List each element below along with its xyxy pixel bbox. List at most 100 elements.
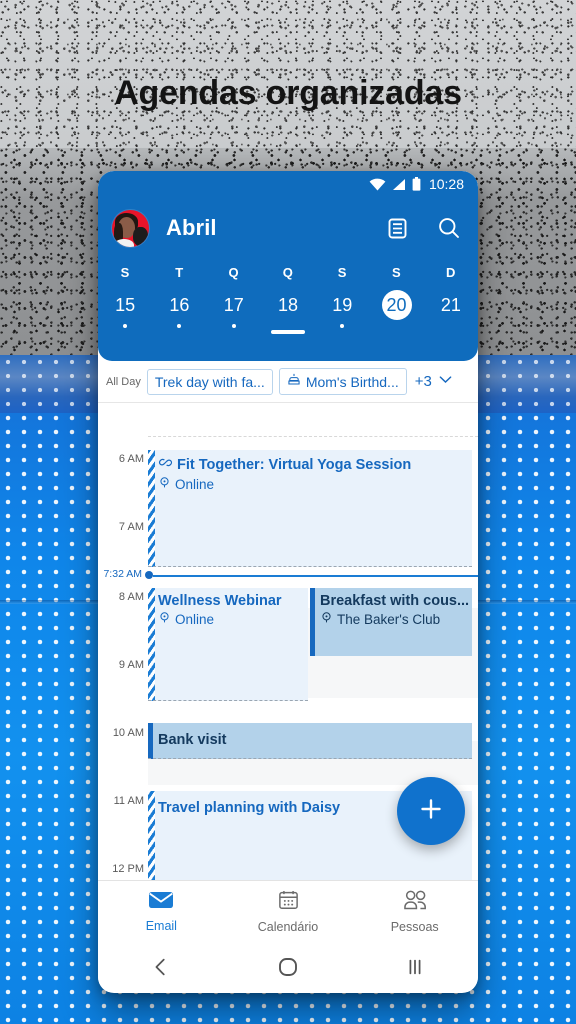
page-title: Abril xyxy=(166,215,217,240)
wifi-icon xyxy=(369,178,386,191)
nav-label: Pessoas xyxy=(390,919,439,934)
current-time-label: 7:32 AM xyxy=(103,568,142,580)
week-day-20-selected[interactable]: 20 xyxy=(369,290,423,336)
event-title: Bank visit xyxy=(158,732,472,748)
event-title: Fit Together: Virtual Yoga Session xyxy=(158,455,472,474)
all-day-label: All Day xyxy=(106,375,141,388)
status-time: 10:28 xyxy=(428,176,464,192)
nav-item-email[interactable]: Email xyxy=(98,890,225,933)
recents-icon[interactable] xyxy=(351,956,478,978)
event-tentative-stripe xyxy=(148,791,155,880)
event-dot xyxy=(123,324,128,328)
week-day-21[interactable]: 21 xyxy=(424,290,478,336)
hour-divider xyxy=(148,436,478,437)
hour-label-8am: 8 AM xyxy=(118,591,144,603)
hour-label-6am: 6 AM xyxy=(118,453,144,465)
all-day-chip-label: Mom's Birthd... xyxy=(305,373,399,390)
event-tentative-stripe xyxy=(148,588,155,701)
week-day-number: 15 xyxy=(115,294,136,315)
nav-item-pessoas[interactable]: Pessoas xyxy=(351,890,478,934)
promo-headline: Agendas organizadas xyxy=(114,74,462,112)
week-day-number: 17 xyxy=(223,294,244,315)
place-pin-icon xyxy=(158,611,171,627)
event-bottom-dashed xyxy=(148,700,308,701)
home-icon[interactable] xyxy=(225,955,352,979)
hour-label-11am: 11 AM xyxy=(113,795,144,807)
event-location: Online xyxy=(158,476,472,492)
event-fit-together[interactable]: Fit Together: Virtual Yoga Session Onlin… xyxy=(148,450,472,567)
event-title: Breakfast with cous... xyxy=(320,593,472,609)
event-title-text: Bank visit xyxy=(158,732,227,748)
event-location-text: Online xyxy=(175,611,215,627)
event-accent-bar xyxy=(310,588,315,656)
event-wellness-webinar[interactable]: Wellness Webinar Online xyxy=(148,588,308,701)
event-tentative-stripe xyxy=(148,450,155,567)
battery-icon xyxy=(412,177,421,191)
dow-2: Q xyxy=(228,265,239,280)
event-dot xyxy=(177,324,182,328)
people-icon xyxy=(401,890,428,916)
nav-label: Calendário xyxy=(257,920,319,934)
agenda-list-icon[interactable] xyxy=(384,215,410,241)
event-title: Wellness Webinar xyxy=(158,593,308,609)
calendar-icon xyxy=(277,889,300,916)
event-location: The Baker's Club xyxy=(320,611,472,627)
week-day-of-week-row: S T Q Q S S D xyxy=(98,259,478,280)
week-day-18[interactable]: 18 xyxy=(261,290,315,336)
all-day-row: All Day Trek day with fa... Mom's Birthd… xyxy=(98,361,478,403)
week-day-indicator-bar xyxy=(270,330,305,334)
app-bar: Abril xyxy=(98,197,478,259)
plus-icon xyxy=(416,794,446,829)
app-bar-actions xyxy=(384,215,462,241)
week-day-19[interactable]: 19 xyxy=(315,290,369,336)
event-dot xyxy=(231,324,236,328)
event-location-text: Online xyxy=(175,476,215,492)
current-time-line xyxy=(153,575,478,577)
event-breakfast[interactable]: Breakfast with cous... The Baker's Club xyxy=(310,588,472,656)
dow-1: T xyxy=(175,265,184,280)
event-bottom-dashed xyxy=(148,758,472,759)
hour-label-12pm: 12 PM xyxy=(112,863,144,875)
all-day-chip-label: Trek day with fa... xyxy=(154,373,265,390)
status-bar: 10:28 xyxy=(98,171,478,197)
all-day-chip-trek[interactable]: Trek day with fa... xyxy=(146,368,273,395)
hour-label-9am: 9 AM xyxy=(118,659,144,671)
phone-frame: 10:28 Abril S T Q Q S S D 15 16 17 18 19… xyxy=(98,171,478,993)
signal-icon xyxy=(392,178,406,191)
nav-item-calendario[interactable]: Calendário xyxy=(225,889,352,934)
avatar[interactable] xyxy=(112,209,149,247)
app-header: 10:28 Abril S T Q Q S S D 15 16 17 18 19… xyxy=(98,171,478,361)
dow-5: S xyxy=(392,265,402,280)
link-icon xyxy=(158,455,173,474)
event-title-text: Wellness Webinar xyxy=(158,593,282,609)
add-event-fab[interactable] xyxy=(397,777,465,845)
back-icon[interactable] xyxy=(98,956,225,978)
dow-6: D xyxy=(445,265,456,280)
current-time-dot xyxy=(145,571,153,579)
week-strip: 15 16 17 18 19 20 21 xyxy=(98,280,478,336)
place-pin-icon xyxy=(320,611,333,627)
event-location-text: The Baker's Club xyxy=(337,611,441,627)
search-icon[interactable] xyxy=(436,215,462,241)
event-accent-bar xyxy=(148,723,153,759)
week-day-number: 18 xyxy=(277,294,298,315)
nav-label: Email xyxy=(145,919,177,933)
day-grid[interactable]: 6 AM 7 AM 8 AM 9 AM 10 AM 11 AM 12 PM Fi… xyxy=(98,403,478,880)
event-bank-visit[interactable]: Bank visit xyxy=(148,723,472,759)
chevron-down-icon xyxy=(437,371,454,392)
event-title-text: Travel planning with Daisy xyxy=(158,800,341,816)
event-title-text: Breakfast with cous... xyxy=(320,593,470,609)
week-day-17[interactable]: 17 xyxy=(207,290,261,336)
week-day-number: 20 xyxy=(381,290,412,320)
all-day-chip-birthday[interactable]: Mom's Birthd... xyxy=(278,368,407,395)
week-day-15[interactable]: 15 xyxy=(98,290,152,336)
week-day-number: 21 xyxy=(440,294,461,315)
week-day-16[interactable]: 16 xyxy=(152,290,206,336)
dow-0: S xyxy=(120,265,130,280)
dow-4: S xyxy=(337,265,347,280)
mail-icon xyxy=(148,890,174,915)
all-day-more-button[interactable]: +3 xyxy=(415,371,454,392)
promo-screenshot: Agendas organizadas 10:28 Abril S T Q Q … xyxy=(0,0,576,1024)
event-dot xyxy=(340,324,345,328)
cake-icon xyxy=(287,373,301,390)
